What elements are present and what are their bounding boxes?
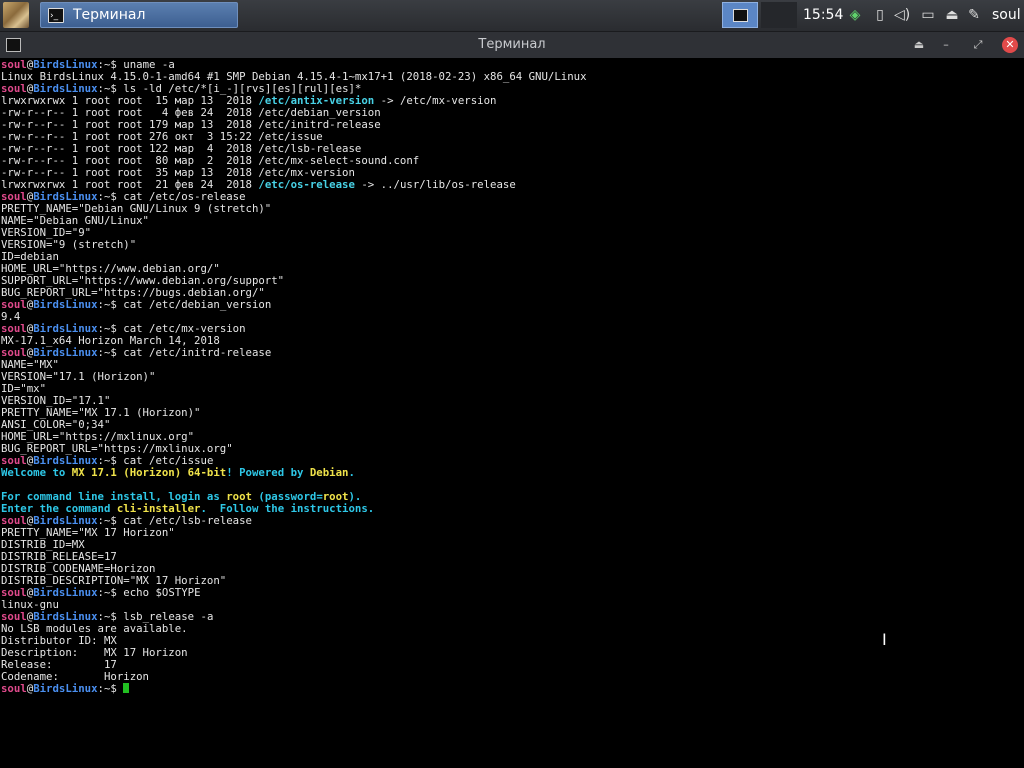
output-line: PRETTY_NAME="MX 17.1 (Horizon)" [1, 407, 1021, 419]
output-line: NAME="Debian GNU/Linux" [1, 215, 1021, 227]
clock[interactable]: 15:54 [803, 0, 843, 31]
output-line: VERSION="9 (stretch)" [1, 239, 1021, 251]
issue-line: Welcome to MX 17.1 (Horizon) 64-bit! Pow… [1, 467, 1021, 479]
output-line: Codename: Horizon [1, 671, 1021, 683]
prompt-suffix: :~$ [97, 298, 124, 311]
ibeam-cursor-icon: Ι [882, 630, 887, 649]
output-line: No LSB modules are available. [1, 623, 1021, 635]
shade-icon[interactable]: ⏏ [911, 37, 927, 53]
symlink-target: -> /etc/mx-version [374, 94, 497, 107]
prompt-suffix: :~$ [97, 586, 124, 599]
terminal-icon [48, 4, 64, 28]
clipboard-icon[interactable]: ▯ [872, 7, 888, 23]
minimize-icon[interactable]: – [938, 37, 954, 53]
prompt-suffix: :~$ [97, 682, 124, 695]
eject-icon[interactable]: ⏏ [944, 7, 960, 23]
workspace-2[interactable] [761, 2, 797, 28]
output-line: PRETTY_NAME="Debian GNU/Linux 9 (stretch… [1, 203, 1021, 215]
terminal-icon [733, 9, 748, 22]
window-title: Терминал [478, 37, 546, 52]
window-titlebar[interactable]: Терминал ⏏ – ⤢ ✕ [0, 32, 1024, 58]
issue-text: Debian [309, 466, 349, 479]
prompt-line: soul@BirdsLinux:~$ [1, 683, 1021, 695]
prompt-user: soul [1, 682, 27, 695]
issue-text: Welcome to [1, 466, 72, 479]
prompt-line: soul@BirdsLinux:~$ echo $OSTYPE [1, 587, 1021, 599]
issue-text: . [348, 466, 355, 479]
command-text: cat /etc/debian_version [123, 298, 272, 311]
issue-text: MX 17.1 (Horizon) 64-bit [71, 466, 227, 479]
taskbar-terminal-button[interactable]: Терминал [40, 2, 238, 28]
prompt-host: BirdsLinux [33, 682, 98, 695]
command-text: cat /etc/initrd-release [123, 346, 272, 359]
terminal-output[interactable]: soul@BirdsLinux:~$ uname -a Linux BirdsLi… [1, 59, 1021, 759]
command-text: echo $OSTYPE [123, 586, 201, 599]
output-line: PRETTY_NAME="MX 17 Horizon" [1, 527, 1021, 539]
symlink-name: /etc/os-release [258, 178, 355, 191]
network-cube-icon[interactable]: ◈ [847, 7, 863, 23]
prompt-line: soul@BirdsLinux:~$ cat /etc/debian_versi… [1, 299, 1021, 311]
output-line: DISTRIB_ID=MX [1, 539, 1021, 551]
maximize-icon[interactable]: ⤢ [970, 37, 986, 53]
top-panel: Терминал 15:54 ◈ ▯ ◁) ▭ ⏏ ✎ soul [0, 0, 1024, 32]
output-line: VERSION="17.1 (Horizon)" [1, 371, 1021, 383]
menu-avatar-icon[interactable] [3, 2, 29, 28]
close-icon[interactable]: ✕ [1002, 37, 1018, 53]
prompt-line: soul@BirdsLinux:~$ cat /etc/initrd-relea… [1, 347, 1021, 359]
workspace-1[interactable] [722, 2, 758, 28]
issue-text: ! Powered by [226, 466, 310, 479]
output-line: ID="mx" [1, 383, 1021, 395]
battery-icon[interactable]: ▭ [920, 7, 936, 23]
output-line: Release: 17 [1, 659, 1021, 671]
output-line: Description: MX 17 Horizon [1, 647, 1021, 659]
output-line: VERSION_ID="9" [1, 227, 1021, 239]
user-name[interactable]: soul [992, 0, 1021, 31]
prompt-host: BirdsLinux [33, 298, 98, 311]
taskbar-terminal-label: Терминал [73, 7, 146, 23]
prompt-suffix: :~$ [97, 346, 124, 359]
pen-icon[interactable]: ✎ [966, 7, 982, 23]
volume-icon[interactable]: ◁) [894, 7, 910, 23]
text-cursor[interactable] [123, 683, 130, 693]
symlink-target: -> ../usr/lib/os-release [354, 178, 516, 191]
